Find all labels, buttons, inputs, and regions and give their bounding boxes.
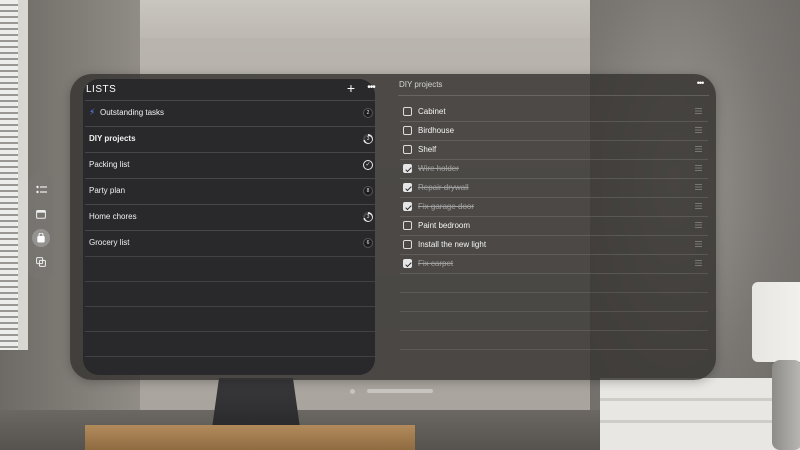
shelf [600,378,800,450]
list-separator [85,256,375,257]
count-badge: 6 [363,238,373,248]
drag-handle-icon[interactable] [695,260,702,266]
task-checkbox[interactable] [403,164,412,173]
task-checkbox[interactable] [403,183,412,192]
task-checkbox[interactable] [403,202,412,211]
sidebar-more-button[interactable]: ••• [364,81,378,95]
shelf-divider [600,420,800,423]
task-label: Install the new light [418,240,487,249]
task-separator [400,349,708,350]
drag-handle-icon[interactable] [695,146,702,152]
drag-handle-icon[interactable] [695,165,702,171]
task-separator [400,311,708,312]
detail-title: DIY projects [399,80,443,89]
task-label: Shelf [418,145,437,154]
bolt-icon: ⚡ [89,107,96,117]
lamp-base [772,360,800,450]
list-item-diy-projects[interactable]: DIY projects 3 [85,126,375,152]
detail-header-divider [398,95,709,96]
task-row[interactable]: Repair drywall [400,179,708,198]
task-label: Repair drywall [418,183,469,192]
bag-icon[interactable] [32,229,50,247]
drag-handle-icon[interactable] [695,222,702,228]
task-row[interactable]: Install the new light [400,236,708,255]
list-item-label: Home chores [89,212,137,221]
count-badge: 8 [363,186,373,196]
task-label: Wire holder [418,164,459,173]
list-separator [85,281,375,282]
list-item-label: Outstanding tasks [100,108,165,117]
list-item-packing-list[interactable]: Packing list ✓ [85,152,375,178]
task-row[interactable]: Shelf [400,141,708,160]
sidebar-title: LISTS [86,84,117,95]
window-frame [18,0,28,350]
task-row[interactable]: Paint bedroom [400,217,708,236]
task-separator [400,330,708,331]
task-checkbox[interactable] [403,240,412,249]
list-separator [85,306,375,307]
task-label: Paint bedroom [418,221,471,230]
task-checkbox[interactable] [403,221,412,230]
table-top [85,425,415,450]
window-grabber[interactable] [367,389,433,393]
task-row[interactable]: Wire holder [400,160,708,179]
task-separator [400,292,708,293]
list-item-home-chores[interactable]: Home chores 3 [85,204,375,230]
list-item-label: Packing list [89,160,130,169]
count-badge: 2 [363,108,373,118]
list-item-party-plan[interactable]: Party plan 8 [85,178,375,204]
progress-badge: 3 [363,212,373,222]
tab-ornament [28,172,54,280]
window-close-dot[interactable] [350,389,355,394]
window-blinds [0,0,20,350]
drag-handle-icon[interactable] [695,184,702,190]
progress-badge: 3 [363,134,373,144]
task-label: Fix carpet [418,259,454,268]
task-row[interactable]: Fix garage door [400,198,708,217]
list-separator [85,356,375,357]
lamp-shade [752,282,800,362]
detail-more-button[interactable]: ••• [693,78,707,90]
shelf-divider [600,398,800,401]
list-item-label: DIY projects [89,134,136,143]
monitor-stand [212,378,300,428]
stack-icon[interactable] [32,253,50,271]
drag-handle-icon[interactable] [695,127,702,133]
task-row[interactable]: Birdhouse [400,122,708,141]
list-item-label: Grocery list [89,238,130,247]
task-checkbox[interactable] [403,145,412,154]
calendar-icon[interactable] [32,205,50,223]
task-checkbox[interactable] [403,259,412,268]
task-label: Fix garage door [418,202,475,211]
task-label: Cabinet [418,107,446,116]
task-checkbox[interactable] [403,107,412,116]
task-row[interactable]: Cabinet [400,103,708,122]
task-checkbox[interactable] [403,126,412,135]
list-separator [85,331,375,332]
add-list-button[interactable]: + [345,81,357,95]
drag-handle-icon[interactable] [695,203,702,209]
task-row[interactable]: Fix carpet [400,255,708,274]
drag-handle-icon[interactable] [695,108,702,114]
completed-check-icon: ✓ [363,160,373,170]
drag-handle-icon[interactable] [695,241,702,247]
list-item-label: Party plan [89,186,126,195]
list-item-outstanding-tasks[interactable]: ⚡ Outstanding tasks 2 [85,100,375,126]
checklist-icon[interactable] [32,181,50,199]
task-label: Birdhouse [418,126,455,135]
list-item-grocery-list[interactable]: Grocery list 6 [85,230,375,256]
